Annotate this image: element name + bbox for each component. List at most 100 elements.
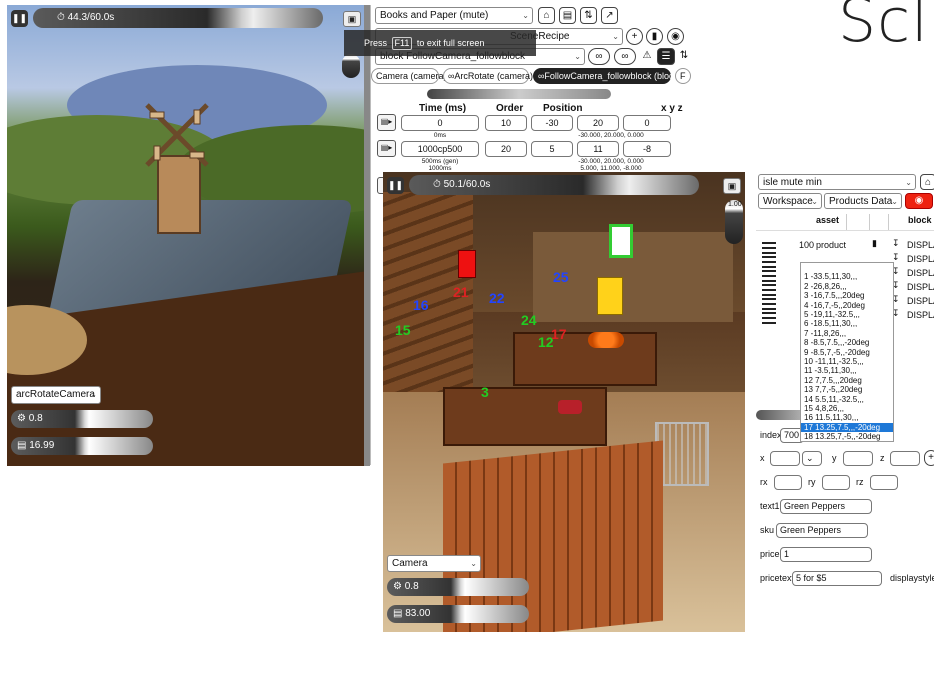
workspace-select[interactable]: Workspace ⌄	[758, 193, 822, 209]
tab-arcrotate[interactable]: ∞ArcRotate (camera)	[443, 68, 533, 84]
dropdown-option[interactable]: 9 -8.5,7,-5,,-20deg	[801, 348, 893, 357]
row-handle-icon[interactable]	[762, 256, 776, 268]
row-menu-icon[interactable]: ▤▸	[377, 140, 396, 157]
camera-select-value: arcRotateCamera	[16, 389, 95, 400]
y-field[interactable]: 11	[577, 141, 619, 157]
horizontal-scrollbar[interactable]	[427, 89, 611, 99]
warning-icon[interactable]: ⚠	[640, 48, 654, 65]
y-field[interactable]: 20	[577, 115, 619, 131]
scene-select[interactable]: Books and Paper (mute) ⌄	[375, 7, 533, 24]
speed-slider[interactable]: ⚙ 0.8	[387, 578, 529, 596]
fullscreen-icon[interactable]: ▣	[343, 11, 361, 27]
data-select[interactable]: Products Data ⌄	[824, 193, 902, 209]
y-field[interactable]	[843, 451, 873, 466]
sku-field[interactable]: Green Peppers	[776, 523, 868, 538]
list-icon[interactable]: ☰	[657, 48, 675, 65]
time-note: 1000ms	[428, 165, 452, 172]
dropdown-option[interactable]: 7 -11,8,26,,,	[801, 329, 893, 338]
z-field[interactable]: 0	[623, 115, 671, 131]
x-dropdown[interactable]: ⌄	[802, 451, 822, 466]
price-field[interactable]: 1	[780, 547, 872, 562]
zoom-slider[interactable]	[342, 54, 360, 78]
sort-icon[interactable]: ⇅	[678, 48, 690, 65]
dropdown-option[interactable]: 3 -16,7.5,,,20deg	[801, 291, 893, 300]
dropdown-option[interactable]	[801, 263, 893, 272]
row-handle-icon[interactable]	[762, 312, 776, 324]
dropdown-option[interactable]: 11 -3.5,11,30,,,	[801, 366, 893, 375]
dropdown-option[interactable]: 18 13.25,7,-5,,-20deg	[801, 432, 893, 441]
record-icon[interactable]: ◉	[905, 193, 933, 209]
ry-field[interactable]	[822, 475, 850, 490]
position-note: -30.000, 20.000, 0.000	[578, 158, 644, 165]
fov-slider[interactable]: ▤ 16.99	[11, 437, 153, 455]
scene-select[interactable]: isle mute min ⌄	[758, 174, 916, 190]
marker-text: 24	[521, 312, 537, 328]
download-icon[interactable]: ↧	[892, 238, 900, 249]
rz-label: rz	[856, 477, 864, 487]
time-slider[interactable]: ⏱ 44.3/60.0s	[33, 8, 323, 28]
row-handle-icon[interactable]	[762, 270, 776, 282]
home-icon[interactable]: ⌂	[538, 7, 555, 24]
home-icon[interactable]: ⌂	[920, 174, 934, 190]
dropdown-option[interactable]: 10 -11,11,-32.5,,,	[801, 357, 893, 366]
dropdown-option[interactable]: 6 -18.5,11,30,,,	[801, 319, 893, 328]
tab-camera[interactable]: Camera (camera)	[371, 68, 447, 84]
chevron-down-icon: ⌄	[905, 178, 912, 187]
z-field[interactable]: -8	[623, 141, 671, 157]
fullscreen-icon[interactable]: ▣	[723, 178, 741, 194]
speed-slider[interactable]: ⚙ 0.8	[11, 410, 153, 428]
pause-button[interactable]: ❚❚	[11, 10, 28, 27]
row-handle-icon[interactable]	[762, 284, 776, 296]
tab-more[interactable]: F	[675, 68, 691, 84]
library-icon[interactable]: ▤	[559, 7, 576, 24]
dropdown-option[interactable]: 13 7,7,-5,,20deg	[801, 385, 893, 394]
add-button[interactable]: +	[626, 28, 643, 45]
dropdown-option[interactable]: 14 5.5,11,-32.5,,,	[801, 395, 893, 404]
divider	[888, 214, 889, 230]
dropdown-option[interactable]: 8 -8.5,7.5,,,-20deg	[801, 338, 893, 347]
fov-slider[interactable]: ▤ 83.00	[387, 605, 529, 623]
delete-icon[interactable]: ▮	[872, 238, 877, 249]
x-field[interactable]	[770, 451, 800, 466]
rz-field[interactable]	[870, 475, 898, 490]
windmill-viewport[interactable]: ❚❚ ⏱ 44.3/60.0s ▣ arcRotateCamera ⌄ ⚙ 0.8…	[7, 5, 364, 466]
collapse-icon[interactable]: ⇅	[580, 7, 597, 24]
order-field[interactable]: 10	[485, 115, 527, 131]
peppers	[558, 400, 582, 414]
delete-icon[interactable]: ▮	[646, 28, 663, 45]
row-handle-icon[interactable]	[762, 242, 776, 254]
open-external-icon[interactable]: ↗	[601, 7, 618, 24]
position-dropdown-list[interactable]: 1 -33.5,11,30,,, 2 -26,8,26,,, 3 -16,7.5,,…	[800, 262, 894, 442]
pause-button[interactable]: ❚❚	[387, 177, 404, 194]
dropdown-option[interactable]: 4 -16,7,-5,,20deg	[801, 301, 893, 310]
time-note: 500ms (gen)	[421, 158, 459, 165]
dropdown-option[interactable]: 1 -33.5,11,30,,,	[801, 272, 893, 281]
dropdown-option[interactable]: 12 7,7.5,,,20deg	[801, 376, 893, 385]
text1-field[interactable]: Green Peppers	[780, 499, 872, 514]
dropdown-option[interactable]: 17 13.25,7.5,,,-20deg	[801, 422, 893, 433]
z-field[interactable]	[890, 451, 920, 466]
dropdown-option[interactable]: 2 -26,8,26,,,	[801, 282, 893, 291]
add-button[interactable]: +	[924, 450, 934, 466]
row-menu-icon[interactable]: ▤▸	[377, 114, 396, 131]
dropdown-option[interactable]: 16 11.5,11,30,,,	[801, 413, 893, 422]
asset-header: asset	[816, 215, 840, 225]
dropdown-option[interactable]: 5 -19,11,-32.5,,,	[801, 310, 893, 319]
time-field[interactable]: 1000cp500	[401, 141, 479, 157]
eye-icon[interactable]: ◉	[667, 28, 684, 45]
link-icon[interactable]: ∞	[614, 48, 636, 65]
rx-field[interactable]	[774, 475, 802, 490]
time-field[interactable]: 0	[401, 115, 479, 131]
x-field[interactable]: -30	[531, 115, 573, 131]
order-field[interactable]: 20	[485, 141, 527, 157]
camera-select[interactable]: arcRotateCamera ⌄	[11, 386, 101, 404]
pricetext-field[interactable]: 5 for $5	[792, 571, 882, 586]
tab-followcamera[interactable]: ∞FollowCamera_followblock (block)	[533, 68, 681, 84]
x-field[interactable]: 5	[531, 141, 573, 157]
camera-select[interactable]: Camera ⌄	[387, 555, 481, 572]
unlink-icon[interactable]: ∞	[588, 48, 610, 65]
dropdown-option[interactable]: 15 4,8,26,,,	[801, 404, 893, 413]
time-slider[interactable]: ⏱ 50.1/60.0s	[409, 175, 699, 195]
row-handle-icon[interactable]	[762, 298, 776, 310]
store-viewport[interactable]: 16 21 25 22 15 24 12 17 3 ❚❚ ⏱ 50.1/60.0…	[383, 172, 745, 632]
